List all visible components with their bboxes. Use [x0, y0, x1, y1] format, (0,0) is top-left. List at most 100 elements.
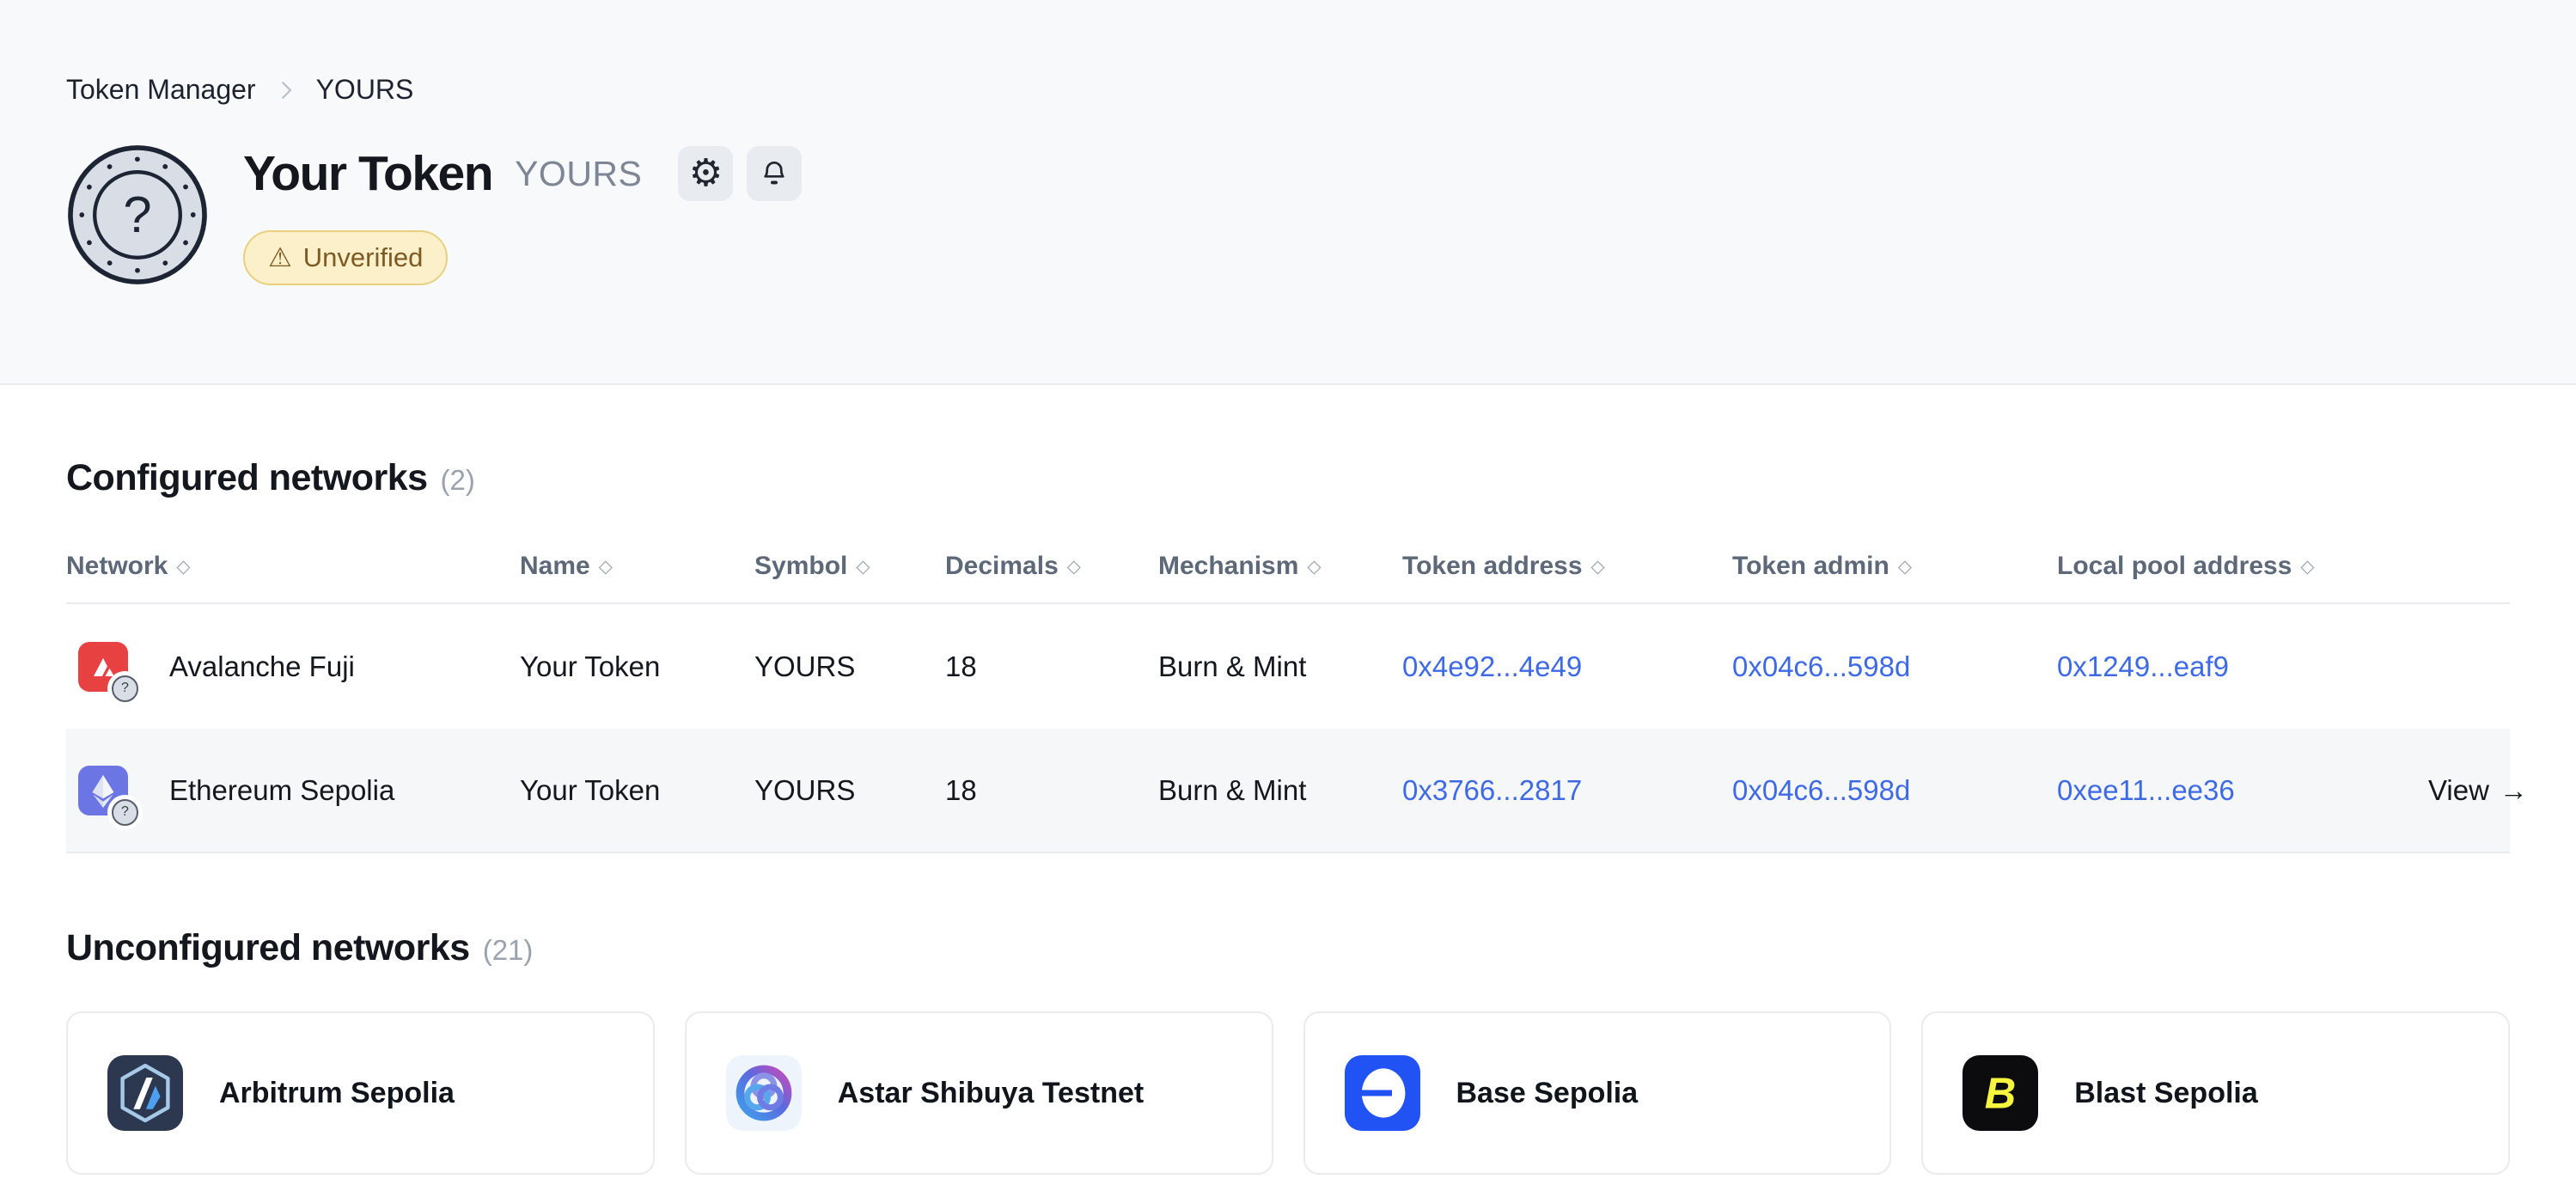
column-label: Token admin: [1732, 552, 1889, 581]
local-pool-address-cell: 0x1249...eaf9: [2057, 650, 2428, 683]
blast-sepolia-icon: B: [1963, 1055, 2038, 1131]
symbol-cell: YOURS: [754, 774, 945, 807]
network-name: Avalanche Fuji: [169, 650, 355, 683]
gear-icon: ⚙: [689, 155, 723, 192]
main-content: Configured networks (2) Network ◇ Name ◇ S…: [0, 457, 2576, 1175]
column-header-local-pool-address[interactable]: Local pool address ◇: [2057, 552, 2428, 581]
sort-icon: ◇: [1591, 556, 1605, 577]
view-label: View: [2428, 774, 2489, 807]
token-avatar: ?: [66, 144, 209, 286]
column-header-symbol[interactable]: Symbol ◇: [754, 552, 945, 581]
base-sepolia-icon: [1345, 1055, 1420, 1131]
unknown-token-coin-icon: ?: [66, 144, 209, 286]
ethereum-sepolia-icon: ?: [78, 766, 128, 815]
configured-networks-table: Network ◇ Name ◇ Symbol ◇ Decimals ◇ Mechani…: [66, 530, 2510, 853]
sort-icon: ◇: [1307, 556, 1321, 577]
column-label: Mechanism: [1158, 552, 1298, 581]
column-header-network[interactable]: Network ◇: [66, 552, 520, 581]
token-admin-link[interactable]: 0x04c6...598d: [1732, 774, 1910, 806]
breadcrumb-current: YOURS: [316, 74, 414, 106]
mechanism-cell: Burn & Mint: [1158, 650, 1402, 683]
token-admin-cell: 0x04c6...598d: [1732, 650, 2057, 683]
mechanism-cell: Burn & Mint: [1158, 774, 1402, 807]
sort-icon: ◇: [1067, 556, 1081, 577]
name-cell: Your Token: [520, 650, 754, 683]
token-admin-cell: 0x04c6...598d: [1732, 774, 2057, 807]
token-symbol: YOURS: [515, 154, 642, 194]
column-label: Local pool address: [2057, 552, 2292, 581]
configured-networks-title: Configured networks: [66, 457, 428, 499]
token-address-cell: 0x4e92...4e49: [1402, 650, 1732, 683]
sort-icon: ◇: [856, 556, 870, 577]
breadcrumb-chevron-icon: [273, 77, 299, 103]
unconfigured-networks-grid: Arbitrum Sepolia: [66, 1011, 2510, 1175]
card-label: Astar Shibuya Testnet: [838, 1077, 1144, 1110]
configured-networks-section: Configured networks (2) Network ◇ Name ◇ S…: [66, 457, 2510, 853]
column-label: Decimals: [945, 552, 1059, 581]
svg-text:B: B: [1985, 1069, 2017, 1118]
token-header-section: Token Manager YOURS ? Your Token YOURS ⚙: [0, 0, 2576, 385]
column-header-mechanism[interactable]: Mechanism ◇: [1158, 552, 1402, 581]
arbitrum-sepolia-icon: [107, 1055, 183, 1131]
unknown-token-mini-badge: ?: [112, 675, 138, 702]
card-label: Blast Sepolia: [2074, 1077, 2258, 1110]
token-address-link[interactable]: 0x4e92...4e49: [1402, 650, 1582, 682]
configured-networks-count: (2): [441, 464, 475, 497]
local-pool-address-link[interactable]: 0xee11...ee36: [2057, 774, 2235, 806]
table-row-ethereum-sepolia: ? Ethereum Sepolia Your Token YOURS 18 B…: [66, 729, 2510, 853]
network-cell: ? Ethereum Sepolia: [66, 766, 520, 815]
local-pool-address-cell: 0xee11...ee36: [2057, 774, 2428, 807]
token-admin-link[interactable]: 0x04c6...598d: [1732, 650, 1910, 682]
symbol-cell: YOURS: [754, 650, 945, 683]
breadcrumb: Token Manager YOURS: [66, 74, 2510, 106]
column-header-name[interactable]: Name ◇: [520, 552, 754, 581]
unverified-badge: ⚠ Unverified: [243, 230, 448, 285]
view-link[interactable]: View →: [2428, 774, 2528, 807]
table-row-avalanche-fuji: ? Avalanche Fuji Your Token YOURS 18 Bur…: [66, 604, 2510, 729]
decimals-cell: 18: [945, 650, 1158, 683]
unverified-badge-label: Unverified: [303, 242, 424, 273]
unconfigured-networks-heading: Unconfigured networks (21): [66, 927, 2510, 969]
column-header-token-admin[interactable]: Token admin ◇: [1732, 552, 2057, 581]
svg-text:?: ?: [123, 186, 151, 243]
column-label: Name: [520, 552, 590, 581]
network-cell: ? Avalanche Fuji: [66, 642, 520, 692]
arrow-right-icon: →: [2500, 774, 2528, 807]
configured-networks-heading: Configured networks (2): [66, 457, 2510, 499]
warning-icon: ⚠: [268, 245, 292, 272]
bell-icon: [758, 157, 791, 190]
table-header-row: Network ◇ Name ◇ Symbol ◇ Decimals ◇ Mechani…: [66, 530, 2510, 604]
token-address-link[interactable]: 0x3766...2817: [1402, 774, 1582, 806]
breadcrumb-token-manager[interactable]: Token Manager: [66, 74, 256, 106]
sort-icon: ◇: [2300, 556, 2314, 577]
unconfigured-networks-count: (21): [483, 934, 534, 967]
column-label: Network: [66, 552, 168, 581]
unconfigured-networks-section: Unconfigured networks (21) Arbitrum Sepo…: [66, 927, 2510, 1175]
card-blast-sepolia[interactable]: B Blast Sepolia: [1921, 1011, 2510, 1175]
page-title: Your Token: [243, 145, 492, 202]
sort-icon: ◇: [599, 556, 613, 577]
card-astar-shibuya-testnet[interactable]: Astar Shibuya Testnet: [685, 1011, 1273, 1175]
unknown-token-mini-badge: ?: [112, 799, 138, 826]
column-header-decimals[interactable]: Decimals ◇: [945, 552, 1158, 581]
settings-button[interactable]: ⚙: [678, 146, 733, 201]
column-label: Token address: [1402, 552, 1583, 581]
unconfigured-networks-title: Unconfigured networks: [66, 927, 470, 969]
card-label: Arbitrum Sepolia: [219, 1077, 455, 1110]
card-base-sepolia[interactable]: Base Sepolia: [1303, 1011, 1892, 1175]
network-name: Ethereum Sepolia: [169, 774, 394, 807]
astar-shibuya-icon: [726, 1055, 802, 1131]
column-label: Symbol: [754, 552, 847, 581]
name-cell: Your Token: [520, 774, 754, 807]
local-pool-address-link[interactable]: 0x1249...eaf9: [2057, 650, 2229, 682]
column-header-token-address[interactable]: Token address ◇: [1402, 552, 1732, 581]
sort-icon: ◇: [1898, 556, 1912, 577]
decimals-cell: 18: [945, 774, 1158, 807]
token-address-cell: 0x3766...2817: [1402, 774, 1732, 807]
card-label: Base Sepolia: [1456, 1077, 1639, 1110]
notifications-button[interactable]: [747, 146, 802, 201]
token-title-block: ? Your Token YOURS ⚙ ⚠ Unverified: [66, 144, 2510, 286]
sort-icon: ◇: [176, 556, 190, 577]
avalanche-fuji-icon: ?: [78, 642, 128, 692]
card-arbitrum-sepolia[interactable]: Arbitrum Sepolia: [66, 1011, 655, 1175]
